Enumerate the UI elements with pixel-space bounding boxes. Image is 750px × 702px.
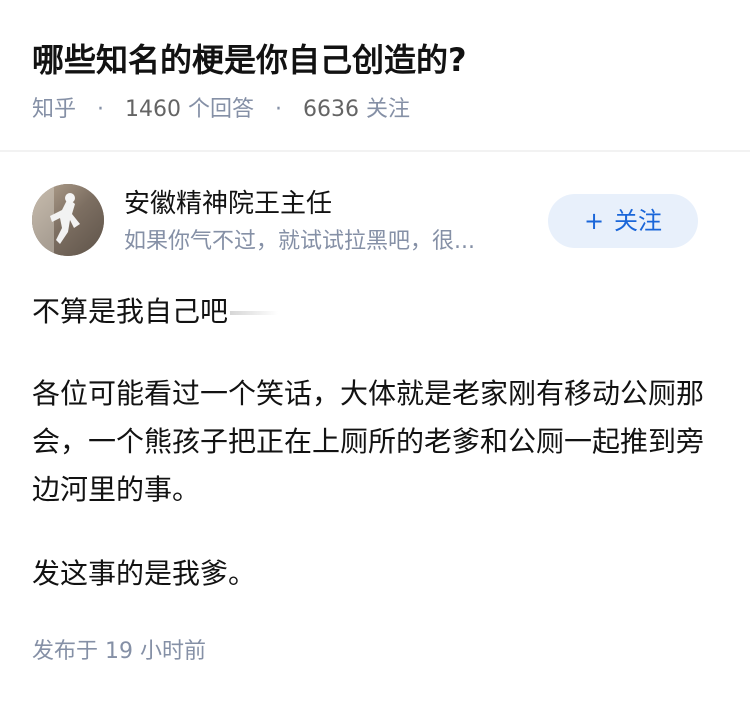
source-label[interactable]: 知乎 xyxy=(32,97,76,122)
question-title[interactable]: 哪些知名的梗是你自己创造的? xyxy=(32,38,467,82)
answer-paragraph: 各位可能看过一个笑话，大体就是老家刚有移动公厕那会，一个熊孩子把正在上厕所的老爹… xyxy=(32,377,705,506)
follower-count-label: 关注 xyxy=(366,97,411,122)
author-bio: 如果你气不过，就试试拉黑吧，很... xyxy=(124,229,475,254)
follower-count: 6636 xyxy=(303,97,360,122)
meta-separator: · xyxy=(97,97,105,122)
avatar[interactable] xyxy=(32,184,104,256)
answer-paragraph: 发这事的是我爹。 xyxy=(32,557,257,590)
follow-button[interactable]: + 关注 xyxy=(548,194,698,248)
publish-time: 发布于 19 小时前 xyxy=(32,636,206,668)
meta-separator: · xyxy=(275,97,283,122)
text-fade xyxy=(230,311,279,315)
question-meta: 知乎 · 1460 个回答 · 6636 关注 xyxy=(32,94,410,126)
question-header: 哪些知名的梗是你自己创造的? 知乎 · 1460 个回答 · 6636 关注 xyxy=(0,0,750,152)
answer-count: 1460 xyxy=(125,97,182,122)
publish-label: 发布于 xyxy=(32,639,99,664)
header-divider xyxy=(0,150,750,152)
plus-icon: + xyxy=(583,207,605,235)
follow-button-label: 关注 xyxy=(614,207,663,235)
answer-paragraph-text: 不算是我自己吧 xyxy=(32,295,229,328)
author-info: 安徽精神院王主任 如果你气不过，就试试拉黑吧，很... + 关注 xyxy=(0,180,750,260)
answer-count-label: 个回答 xyxy=(188,97,255,122)
publish-time-value: 19 小时前 xyxy=(105,639,207,664)
author-name[interactable]: 安徽精神院王主任 xyxy=(124,186,332,222)
answer-paragraph: 不算是我自己吧 xyxy=(32,288,279,336)
